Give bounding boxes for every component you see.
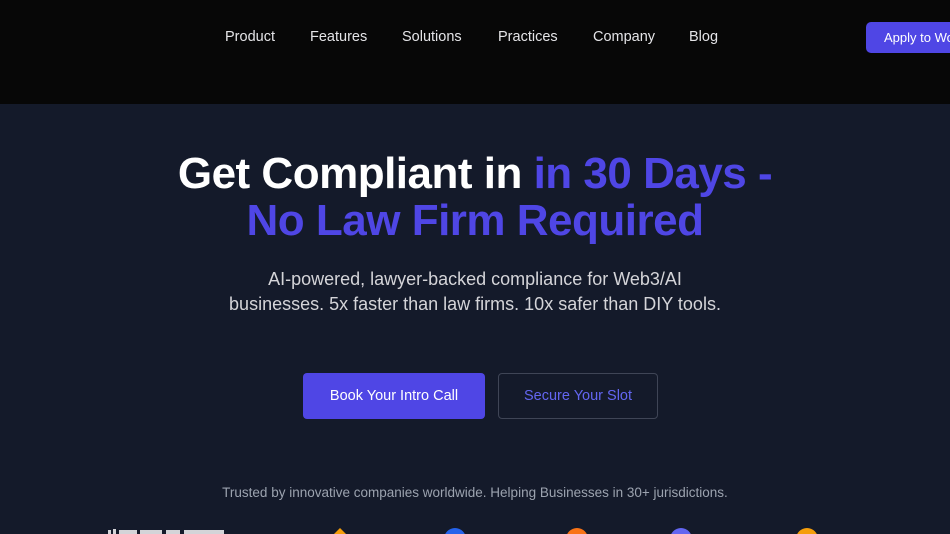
partner-diamond-logo	[334, 528, 346, 534]
nav-item-solutions[interactable]: Solutions	[402, 29, 462, 45]
hero-headline: Get Compliant in in 30 Days - No Law Fir…	[0, 150, 950, 244]
hero-subtext: AI-powered, lawyer-backed compliance for…	[229, 269, 721, 314]
partner-logos-strip	[0, 524, 950, 534]
trusted-by-text: Trusted by innovative companies worldwid…	[222, 485, 728, 500]
top-navigation-bar: Product Features Solutions Practices Com…	[0, 0, 950, 104]
partner-purple-circle-logo	[671, 528, 691, 534]
nav-item-practices[interactable]: Practices	[498, 29, 558, 45]
partner-orange-circle-logo	[567, 528, 587, 534]
partner-blue-circle-logo	[445, 528, 465, 534]
nav-item-features[interactable]: Features	[310, 29, 367, 45]
apply-button[interactable]: Apply to Wo	[866, 22, 950, 53]
nav-item-company[interactable]: Company	[593, 29, 655, 45]
nav-item-product[interactable]: Product	[225, 29, 275, 45]
main-nav: Product Features Solutions Practices Com…	[0, 0, 950, 74]
headline-white-text: Get Compliant in	[177, 149, 534, 198]
partner-amber-circle-logo	[797, 528, 817, 534]
nav-item-blog[interactable]: Blog	[689, 29, 718, 45]
headline-accent-text-1: in 30 Days -	[533, 149, 773, 198]
book-intro-call-button[interactable]: Book Your Intro Call	[303, 373, 485, 419]
headline-accent-text-2: No Law Firm Required	[246, 196, 704, 245]
secure-slot-button[interactable]: Secure Your Slot	[498, 373, 658, 419]
partner-wordmark-logo	[108, 529, 224, 534]
